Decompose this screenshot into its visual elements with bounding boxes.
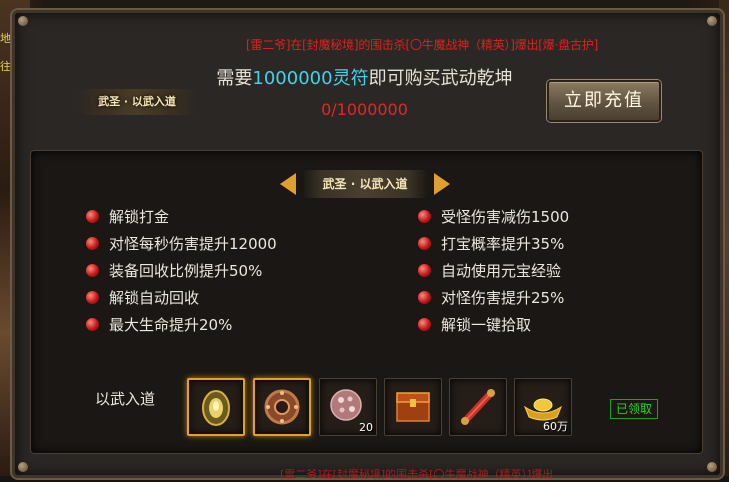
benefit-item: 最大生命提升20% xyxy=(86,314,232,336)
requirement-suffix: 即可购买武动乾坤 xyxy=(368,68,513,89)
red-orb-bullet-icon xyxy=(86,291,99,304)
reward-slot[interactable] xyxy=(253,378,311,436)
benefit-item: 解锁自动回收 xyxy=(86,287,199,309)
red-orb-bullet-icon xyxy=(418,210,431,223)
red-orb-bullet-icon xyxy=(418,264,431,277)
tier-navigator: 武圣 · 以武入道 xyxy=(280,170,450,198)
red-orb-bullet-icon xyxy=(86,237,99,250)
reward-slot[interactable] xyxy=(449,378,507,436)
bronze-ring-icon xyxy=(264,389,300,425)
red-orb-bullet-icon xyxy=(418,318,431,331)
tier-title: 武圣 · 以武入道 xyxy=(302,170,428,198)
red-orb-bullet-icon xyxy=(418,291,431,304)
requirement-amount: 1000000灵符 xyxy=(252,68,369,89)
red-orb-bullet-icon xyxy=(86,264,99,277)
item-count: 20 xyxy=(359,421,373,434)
reward-label: 以武入道 xyxy=(95,390,156,408)
benefit-item: 受怪伤害减伤1500 xyxy=(418,206,569,228)
benefit-item: 装备回收比例提升50% xyxy=(86,260,262,282)
benefit-item: 打宝概率提升35% xyxy=(418,233,564,255)
red-orb-bullet-icon xyxy=(418,237,431,250)
red-orb-bullet-icon xyxy=(86,210,99,223)
next-tier-arrow-icon[interactable] xyxy=(434,173,450,195)
benefit-item: 对怪每秒伤害提升12000 xyxy=(86,233,277,255)
rivet xyxy=(707,462,717,472)
benefit-item: 解锁打金 xyxy=(86,206,169,228)
reward-slot[interactable] xyxy=(187,378,245,436)
rivet xyxy=(18,462,28,472)
rivet xyxy=(18,16,28,26)
claimed-status-badge: 已领取 xyxy=(610,399,658,419)
world-broadcast-ticker: [雷二爷]在[封魔秘境]的围击杀[〇牛魔战神（精英）]爆出[爆·盘古护] xyxy=(246,38,599,52)
recharge-button[interactable]: 立即充值 xyxy=(547,80,661,122)
golden-seal-icon xyxy=(202,390,230,426)
benefit-item: 自动使用元宝经验 xyxy=(418,260,561,282)
scroll-icon xyxy=(461,389,495,425)
reward-slot[interactable]: 20 xyxy=(319,378,377,436)
benefit-item: 解锁一键拾取 xyxy=(418,314,531,336)
treasure-chest-icon xyxy=(396,392,430,422)
reward-slot[interactable]: 60万 xyxy=(514,378,572,436)
red-orb-bullet-icon xyxy=(86,318,99,331)
rivet xyxy=(707,16,717,26)
benefit-item: 对怪伤害提升25% xyxy=(418,287,564,309)
reward-slot[interactable] xyxy=(384,378,442,436)
world-broadcast-ticker-bottom: [雷二爷]在[封魔秘境]的围击杀[〇牛魔战神（精英）]爆出 xyxy=(280,468,554,481)
item-count: 60万 xyxy=(543,420,568,433)
requirement-prefix: 需要 xyxy=(216,68,253,89)
prev-tier-arrow-icon[interactable] xyxy=(280,173,296,195)
